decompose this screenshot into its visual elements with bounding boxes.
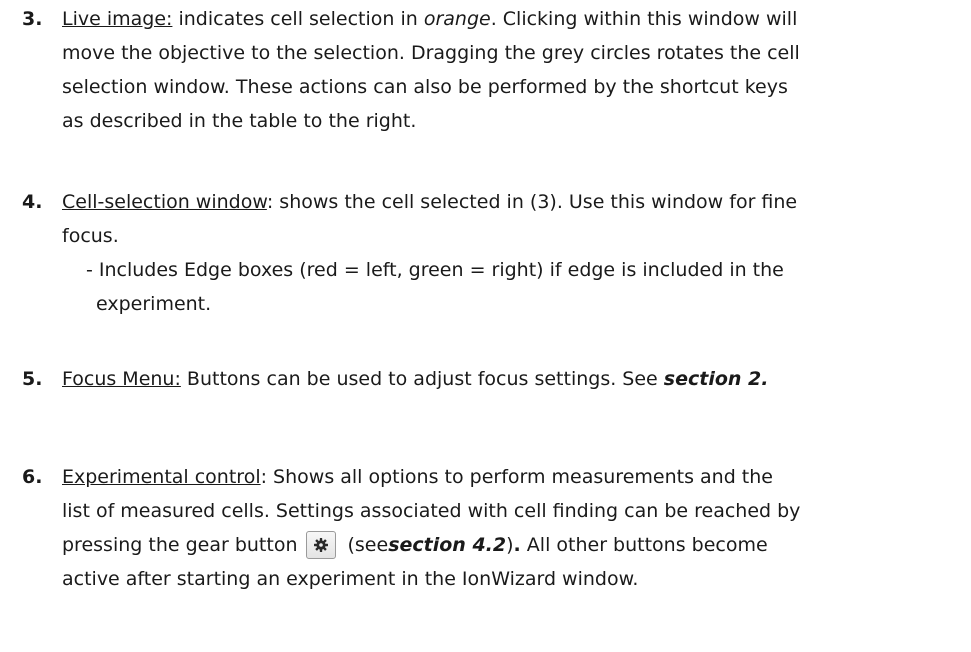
sub-bullet-line: - Includes Edge boxes (red = left, green… xyxy=(86,259,784,281)
text-run: (see xyxy=(347,534,389,556)
item-text: Focus Menu: Buttons can be used to adjus… xyxy=(62,362,942,396)
section-reference: section 4.2 xyxy=(388,534,507,556)
item-text: Live image: indicates cell selection in … xyxy=(62,2,942,138)
item-line: focus. xyxy=(62,225,119,247)
item-number: 3. xyxy=(22,8,43,30)
item-line: as described in the table to the right. xyxy=(62,110,417,132)
text-run: All other buttons become xyxy=(520,534,768,556)
item-line: move the objective to the selection. Dra… xyxy=(62,42,800,64)
item-number: 4. xyxy=(22,191,43,213)
section-reference: section 2. xyxy=(663,368,769,390)
item-title: Cell-selection window xyxy=(62,191,267,213)
item-line: pressing the gear button (see section 4.… xyxy=(62,528,942,562)
text-run: ) xyxy=(506,534,514,556)
text-run: Buttons can be used to adjust focus sett… xyxy=(180,368,664,390)
text-run: pressing the gear button xyxy=(62,534,298,556)
text-run: . Clicking within this window will xyxy=(490,8,798,30)
text-run: indicates cell selection in xyxy=(172,8,424,30)
item-title: Experimental control xyxy=(62,466,261,488)
instruction-page: 3. Live image: indicates cell selection … xyxy=(0,0,971,652)
item-number: 6. xyxy=(22,466,43,488)
item-line: active after starting an experiment in t… xyxy=(62,568,639,590)
item-number: 5. xyxy=(22,368,43,390)
gear-button[interactable] xyxy=(305,531,336,559)
item-title: Live image: xyxy=(62,8,173,30)
text-run: : shows the cell selected in (3). Use th… xyxy=(266,191,798,213)
line-segment: Experimental control: Shows all options … xyxy=(62,460,773,494)
item-line: list of measured cells. Settings associa… xyxy=(62,500,801,522)
text-run: . xyxy=(513,534,521,556)
emphasis-text: orange xyxy=(423,8,491,30)
sub-bullet-line: experiment. xyxy=(96,293,212,315)
item-text: Experimental control: Shows all options … xyxy=(62,460,942,596)
item-line: Live image: indicates cell selection in … xyxy=(62,2,942,36)
line-segment: Live image: indicates cell selection in … xyxy=(62,2,797,36)
item-title: Focus Menu: xyxy=(62,368,181,390)
item-line: Experimental control: Shows all options … xyxy=(62,460,942,494)
item-line: Cell-selection window: shows the cell se… xyxy=(62,185,942,219)
gear-icon xyxy=(313,538,328,552)
text-run: : Shows all options to perform measureme… xyxy=(260,466,773,488)
item-line: selection window. These actions can also… xyxy=(62,76,788,98)
item-line: Focus Menu: Buttons can be used to adjus… xyxy=(62,362,942,396)
item-text: Cell-selection window: shows the cell se… xyxy=(62,185,942,321)
